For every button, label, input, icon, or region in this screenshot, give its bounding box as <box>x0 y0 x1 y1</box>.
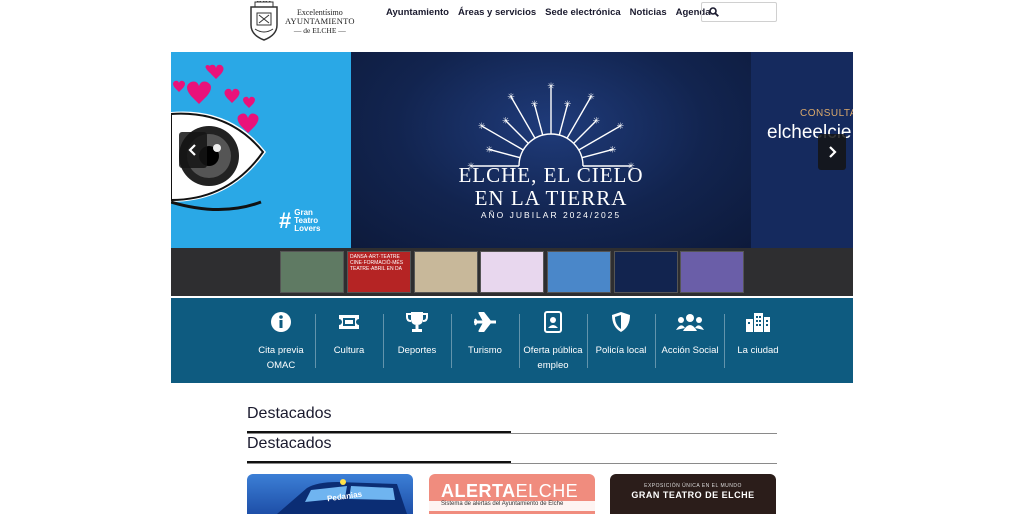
service-label: Cita previa OMAC <box>258 345 304 371</box>
alerta-caption: Sistema de alertas del Ayuntamiento de E… <box>441 501 564 507</box>
service-shield[interactable]: Policía local <box>587 308 655 378</box>
sunburst-icon: ✳✳✳✳✳✳✳✳✳✳✳✳✳ <box>467 81 635 169</box>
hero-right-consulta: CONSULTA <box>800 108 853 119</box>
sun-ray <box>488 148 521 159</box>
info-icon <box>247 308 315 336</box>
hero-carousel[interactable]: # Gran Teatro Lovers ✳ ✳ ✳ ✳ ✳ ✳ ✳ ✳ ✳ ✳ ✳ ✳ ✳ ELCHE… <box>171 52 853 248</box>
city-logo[interactable]: Excelentísimo AYUNTAMIENTO — de ELCHE — <box>247 1 355 41</box>
section-title-destacados: Destacados <box>247 405 332 422</box>
service-label: Deportes <box>397 345 437 356</box>
hero-title-line1: ELCHE, EL CIELO <box>458 163 644 187</box>
sun-star: ✳ <box>485 144 493 154</box>
service-plane[interactable]: Turismo <box>451 308 519 378</box>
gran-teatro-lovers-badge: # Gran Teatro Lovers <box>279 209 328 233</box>
chevron-left-icon <box>188 144 196 156</box>
ticket-icon <box>315 308 383 336</box>
users-icon <box>656 308 724 336</box>
sun-star: ✳ <box>609 144 617 154</box>
carousel-thumbnail[interactable] <box>414 251 478 293</box>
city-icon <box>724 308 792 336</box>
crest-icon <box>250 1 278 41</box>
trophy-icon <box>383 308 451 336</box>
nav-ayuntamiento[interactable]: Ayuntamiento <box>386 7 449 18</box>
gran-teatro-caption-small: EXPOSICIÓN ÚNICA EN EL MUNDO <box>644 483 742 489</box>
sun-star: ✳ <box>507 92 515 102</box>
sun-star: ✳ <box>587 92 595 102</box>
main-nav: Ayuntamiento Áreas y servicios Sede elec… <box>386 7 719 18</box>
alerta-elche-title: ALERTAELCHE <box>441 481 578 502</box>
sun-star: ✳ <box>547 81 555 91</box>
service-trophy[interactable]: Deportes <box>383 308 451 378</box>
carousel-thumbnail[interactable] <box>680 251 744 293</box>
services-bar: Cita previa OMAC Cultura Deportes Turismo Of… <box>171 298 853 383</box>
sun-star: ✳ <box>531 99 539 109</box>
hero-title-line2: EN LA TIERRA <box>474 186 628 210</box>
sun-star: ✳ <box>564 99 572 109</box>
section-underline <box>247 433 777 434</box>
service-label: Turismo <box>468 345 502 356</box>
nav-noticias[interactable]: Noticias <box>630 7 667 18</box>
elche-word: ELCHE <box>515 481 579 501</box>
sun-star: ✳ <box>502 116 510 126</box>
carousel-thumbnail[interactable] <box>614 251 678 293</box>
carousel-thumbnail[interactable]: DANSA·ART·TEATRE CINE·FORMACIÓ·MÉS TEATR… <box>347 251 411 293</box>
service-label: Oferta pública empleo <box>523 345 583 371</box>
logo-line3: — de ELCHE — <box>293 25 346 35</box>
search-input[interactable] <box>723 7 775 17</box>
nav-areas-servicios[interactable]: Áreas y servicios <box>458 7 536 18</box>
hero-slide-main[interactable]: ✳ ✳ ✳ ✳ ✳ ✳ ✳ ✳ ✳ ✳ ✳ ✳ ✳ ELCHE, EL CIELO EN LA TIER… <box>351 52 751 248</box>
alerta-word: ALERTA <box>441 481 516 501</box>
search-box[interactable] <box>701 2 777 22</box>
gran-teatro-caption-big: GRAN TEATRO DE ELCHE <box>631 490 755 500</box>
carousel-thumbnail[interactable] <box>280 251 344 293</box>
logo-line2: AYUNTAMIENTO <box>285 15 355 26</box>
search-icon[interactable] <box>709 7 719 17</box>
carousel-next-button[interactable] <box>818 134 846 170</box>
nav-sede-electronica[interactable]: Sede electrónica <box>545 7 621 18</box>
thumbnail-caption: DANSA·ART·TEATRE CINE·FORMACIÓ·MÉS TEATR… <box>350 254 404 272</box>
carousel-thumbnail[interactable] <box>480 251 544 293</box>
carousel-prev-button[interactable] <box>179 132 207 168</box>
gran-teatro-lovers-label: Gran Teatro Lovers <box>294 208 321 233</box>
site-header: Excelentísimo AYUNTAMIENTO — de ELCHE — … <box>0 0 1024 46</box>
service-ticket[interactable]: Cultura <box>315 308 383 378</box>
featured-card-alerta-elche[interactable]: ALERTAELCHE Sistema de alertas del Ayunt… <box>429 474 595 514</box>
hash-icon: # <box>279 208 292 233</box>
shield-icon <box>587 308 655 336</box>
service-users[interactable]: Acción Social <box>656 308 724 378</box>
featured-card-pedanias[interactable]: Pedanias <box>247 474 413 514</box>
featured-card-gran-teatro[interactable]: EXPOSICIÓN ÚNICA EN EL MUNDO GRAN TEATRO… <box>610 474 776 514</box>
logo-text: Excelentísimo AYUNTAMIENTO — de ELCHE — <box>285 8 355 35</box>
id-card-icon <box>519 308 587 336</box>
service-label: Cultura <box>333 345 365 356</box>
sun-star: ✳ <box>478 121 486 131</box>
service-label: La ciudad <box>737 345 779 356</box>
sun-star: ✳ <box>592 116 600 126</box>
carousel-thumbnail[interactable] <box>547 251 611 293</box>
hero-subtitle: AÑO JUBILAR 2024/2025 <box>480 210 622 220</box>
service-city[interactable]: La ciudad <box>724 308 792 378</box>
chevron-right-icon <box>829 146 837 158</box>
carousel-thumbnails: DANSA·ART·TEATRE CINE·FORMACIÓ·MÉS TEATR… <box>171 248 853 296</box>
section-underline-2 <box>247 463 777 464</box>
sun-arc <box>518 133 584 167</box>
plane-icon <box>451 308 519 336</box>
sun-star: ✳ <box>617 121 625 131</box>
service-info[interactable]: Cita previa OMAC <box>247 308 315 378</box>
section-title-destacados-2: Destacados <box>247 435 332 452</box>
service-label: Policía local <box>595 345 647 356</box>
service-id-card[interactable]: Oferta pública empleo <box>519 308 587 378</box>
service-label: Acción Social <box>661 345 719 356</box>
